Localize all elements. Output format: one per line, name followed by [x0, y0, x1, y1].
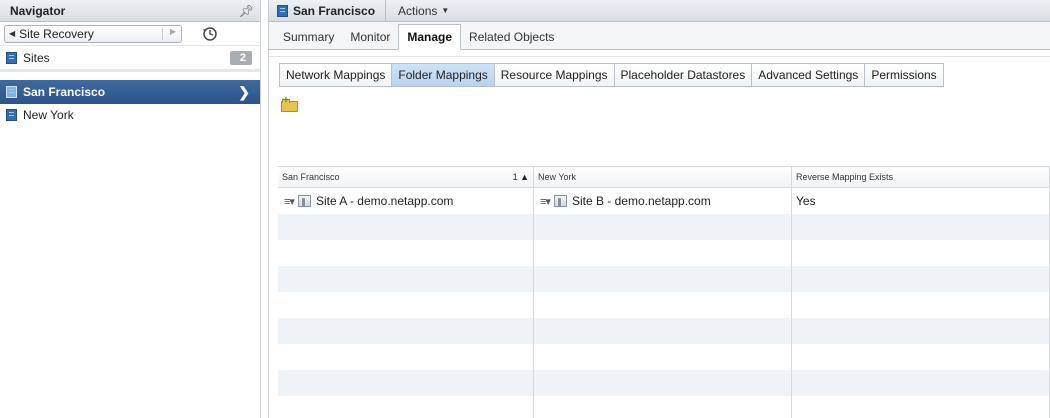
actions-menu[interactable]: Actions ▼	[398, 4, 449, 18]
table-cell	[278, 318, 534, 344]
table-row[interactable]: ≡▾ Site A - demo.netapp.com ≡▾ Site B - …	[278, 188, 1050, 214]
cell-text: Yes	[796, 194, 816, 208]
table-cell	[534, 266, 792, 292]
cell-text: Site B - demo.netapp.com	[571, 194, 711, 208]
sites-count-badge: 2	[230, 50, 252, 65]
pin-icon[interactable]: 📌︎	[239, 4, 254, 18]
column-header-san-francisco[interactable]: San Francisco 1 ▲	[278, 167, 534, 187]
table-row-empty	[278, 214, 1050, 240]
column-header-label: Reverse Mapping Exists	[796, 172, 894, 182]
table-cell	[792, 370, 1050, 396]
navigator-item-new-york[interactable]: New York	[0, 104, 260, 126]
table-cell	[534, 214, 792, 240]
table-cell: Yes	[792, 188, 1050, 214]
table-row-empty	[278, 266, 1050, 292]
table-cell	[278, 214, 534, 240]
table-cell	[278, 292, 534, 318]
row-menu-icon[interactable]: ≡▾	[284, 195, 295, 208]
subtab-resource-mappings[interactable]: Resource Mappings	[494, 63, 615, 86]
table-cell	[278, 266, 534, 292]
add-folder-mapping-icon[interactable]: +	[281, 95, 298, 112]
grid-body: ≡▾ Site A - demo.netapp.com ≡▾ Site B - …	[278, 188, 1050, 418]
tab-manage[interactable]: Manage	[398, 24, 462, 50]
table-cell	[534, 370, 792, 396]
object-title-label: San Francisco	[293, 3, 376, 18]
object-title: San Francisco	[277, 0, 387, 22]
chevron-down-icon: ▼	[441, 6, 450, 15]
table-cell	[792, 292, 1050, 318]
tab-summary[interactable]: Summary	[275, 25, 342, 49]
chevron-right-icon: ❯	[238, 83, 250, 100]
sites-label: Sites	[23, 50, 50, 65]
datacenter-icon	[553, 195, 567, 207]
table-row-empty	[278, 318, 1050, 344]
navigator-title: Navigator	[10, 3, 66, 18]
tab-monitor[interactable]: Monitor	[342, 25, 398, 49]
subtab-permissions[interactable]: Permissions	[865, 63, 943, 86]
back-button[interactable]: ◀ Site Recovery ▶	[4, 24, 182, 43]
column-header-reverse-mapping-exists[interactable]: Reverse Mapping Exists	[792, 167, 1050, 187]
history-icon[interactable]	[202, 26, 218, 42]
column-header-label: New York	[538, 172, 577, 182]
forward-arrow-icon[interactable]: ▶	[170, 27, 176, 36]
navigator-panel: Navigator 📌︎ ◀ Site Recovery ▶ Sites 2 S…	[0, 0, 261, 418]
datacenter-icon	[297, 195, 311, 207]
table-row-empty	[278, 370, 1050, 396]
site-icon	[6, 109, 17, 121]
table-row-empty	[278, 240, 1050, 266]
subtabs-bar: Network Mappings Folder Mappings Resourc…	[269, 56, 1050, 92]
actions-menu-label: Actions	[398, 3, 438, 18]
table-cell	[792, 396, 1050, 418]
row-menu-icon[interactable]: ≡▾	[540, 195, 551, 208]
site-icon	[277, 4, 288, 17]
table-cell	[278, 396, 534, 418]
subtab-folder-mappings[interactable]: Folder Mappings	[392, 63, 495, 86]
tab-related-objects[interactable]: Related Objects	[461, 25, 562, 49]
navigator-history-bar: ◀ Site Recovery ▶	[0, 22, 260, 46]
column-header-new-york[interactable]: New York	[534, 167, 792, 187]
table-cell: ≡▾ Site B - demo.netapp.com	[534, 188, 792, 214]
table-cell	[534, 318, 792, 344]
folder-mappings-grid: San Francisco 1 ▲ New York Reverse Mappi…	[278, 166, 1050, 418]
site-icon	[6, 51, 17, 64]
table-cell	[534, 240, 792, 266]
navigator-item-label: New York	[23, 108, 74, 122]
subtab-network-mappings[interactable]: Network Mappings	[280, 63, 393, 86]
table-cell	[792, 318, 1050, 344]
table-cell	[278, 240, 534, 266]
table-cell: ≡▾ Site A - demo.netapp.com	[278, 188, 534, 214]
table-cell	[792, 344, 1050, 370]
table-cell	[278, 344, 534, 370]
table-row-empty	[278, 396, 1050, 418]
tabs-bar: Summary Monitor Manage Related Objects	[269, 22, 1050, 50]
table-row-empty	[278, 292, 1050, 318]
table-cell	[534, 396, 792, 418]
navigator-item-san-francisco[interactable]: San Francisco ❯	[0, 80, 260, 104]
subtab-advanced-settings[interactable]: Advanced Settings	[752, 63, 866, 86]
back-button-label: Site Recovery	[19, 26, 94, 41]
table-cell	[792, 266, 1050, 292]
site-icon	[6, 86, 17, 98]
sort-ascending-icon: 1 ▲	[512, 172, 529, 182]
table-cell	[534, 292, 792, 318]
table-cell	[792, 214, 1050, 240]
object-header: San Francisco Actions ▼	[269, 0, 1050, 22]
grid-header: San Francisco 1 ▲ New York Reverse Mappi…	[278, 166, 1050, 188]
table-row-empty	[278, 344, 1050, 370]
grid-toolbar: +	[269, 92, 1050, 118]
table-cell	[278, 370, 534, 396]
back-arrow-icon: ◀	[9, 29, 16, 38]
sites-row[interactable]: Sites 2	[0, 46, 260, 72]
table-cell	[534, 344, 792, 370]
subtab-placeholder-datastores[interactable]: Placeholder Datastores	[614, 63, 753, 86]
table-cell	[792, 240, 1050, 266]
column-header-label: San Francisco	[282, 172, 340, 182]
navigator-item-label: San Francisco	[23, 85, 106, 99]
subtabs-group: Network Mappings Folder Mappings Resourc…	[279, 62, 944, 87]
cell-text: Site A - demo.netapp.com	[315, 194, 454, 208]
navigator-header: Navigator 📌︎	[0, 0, 260, 22]
navigator-list: San Francisco ❯ New York	[0, 80, 260, 126]
